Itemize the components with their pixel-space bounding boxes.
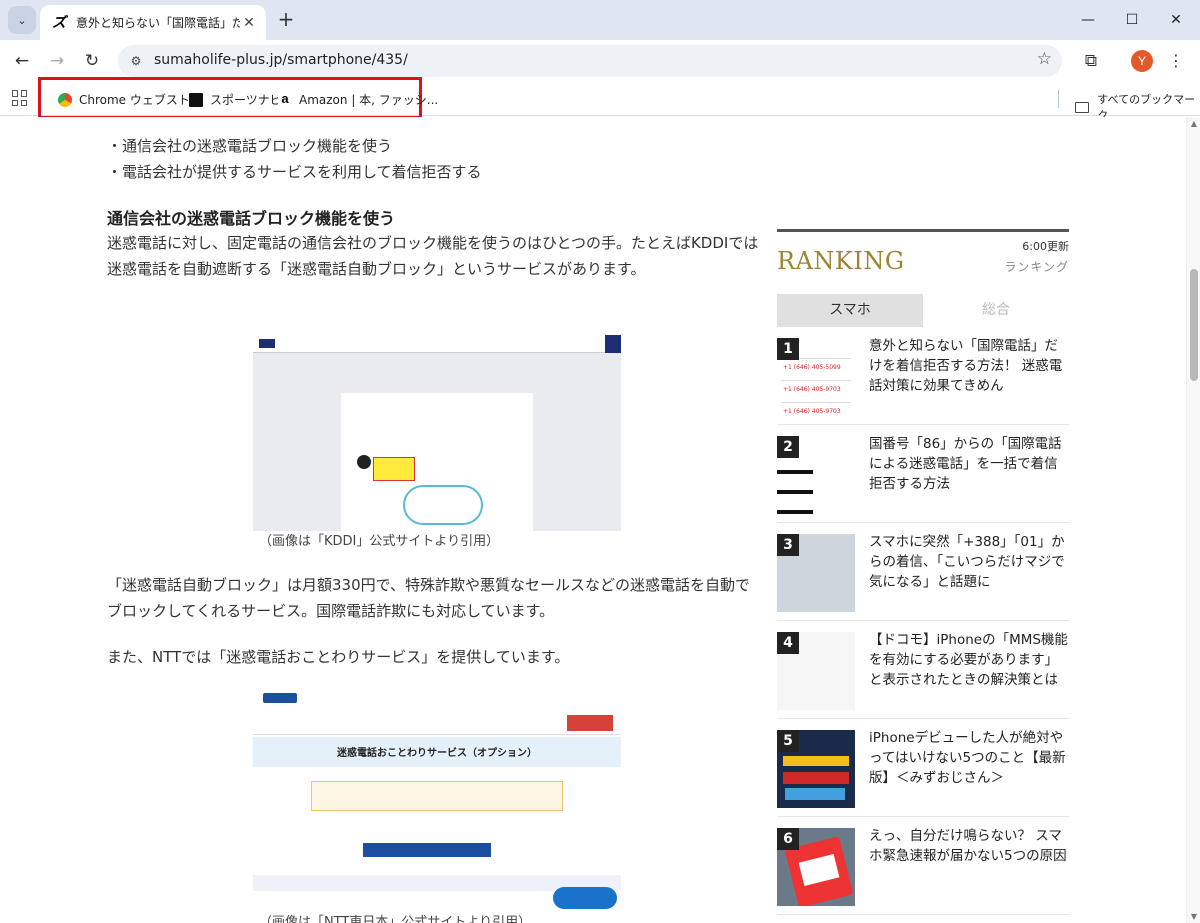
tab-active[interactable]: ズ 意外と知らない「国際電話」だけを着 ✕ [40,5,266,40]
ranking-item-title[interactable]: 国番号「86」からの「国際電話による迷惑電話」を一括で着信拒否する方法 [869,434,1069,494]
scammer-figure [357,455,371,469]
ranking-item[interactable]: 4 【ドコモ】iPhoneの「MMS機能を有効にする必要があります」と表示された… [777,622,1069,719]
maximize-button[interactable]: ☐ [1118,6,1146,34]
ntt-apply-button [363,843,491,857]
site-info-icon[interactable]: ⚙ [128,53,144,69]
minimize-button[interactable]: — [1074,6,1102,34]
folder-icon [1075,101,1090,113]
bookmark-sportsnavi[interactable]: スポーツナビ [189,91,282,108]
browser-toolbar: ← → ↻ ⚙ sumaholife-plus.jp/smartphone/43… [0,40,1200,82]
ntt-notice [311,781,563,811]
sportsnavi-icon [189,92,203,107]
tab-search-icon[interactable]: ⌄ [8,6,36,34]
ranking-subtitle: ランキング [1004,260,1069,274]
kddi-logo [259,339,275,348]
scrollbar-thumb[interactable] [1190,269,1198,381]
rank-number: 3 [777,534,799,556]
url-text[interactable]: sumaholife-plus.jp/smartphone/435/ [154,52,408,68]
ntt-nav [253,711,621,735]
tab-close-icon[interactable]: ✕ [240,14,258,32]
paragraph: 迷惑電話に対し、固定電話の通信会社のブロック機能を使うのはひとつの手。たとえばK… [107,234,759,278]
scroll-up-icon[interactable]: ▲ [1189,119,1199,128]
close-window-button[interactable]: ✕ [1162,6,1190,34]
bookmark-star-icon[interactable]: ☆ [1037,49,1052,69]
paragraph: 「迷惑電話自動ブロック」は月額330円で、特殊詐欺や悪質なセールスなどの迷惑電話… [107,576,751,620]
new-tab-button[interactable]: + [274,8,298,32]
bookmarks-divider [1058,90,1059,108]
ranking-item[interactable]: 6 えっ、自分だけ鳴らない？ スマホ緊急速報が届かない5つの原因 [777,818,1069,915]
kddi-header [253,335,621,353]
bookmark-chrome-web-store[interactable]: Chrome ウェブストア [58,91,202,108]
bookmark-label: Chrome ウェブストア [79,93,202,107]
apps-grid-icon[interactable] [12,90,28,106]
ntt-logo [263,693,297,703]
chrome-web-store-icon [58,92,72,107]
kddi-menu-block [605,335,621,353]
page-scrollbar[interactable]: ▲ ▼ [1186,117,1200,923]
ranking-item[interactable]: 1 +1 (646) 405-5099 +1 (646) 405-9703 +1… [777,328,1069,425]
ntt-cta [567,715,613,731]
forward-arrow-icon[interactable]: → [44,48,70,74]
reload-icon[interactable]: ↻ [79,48,105,74]
extensions-icon[interactable]: ⧉ [1078,48,1104,74]
bookmark-amazon[interactable]: a Amazon | 本, ファッシ... [278,91,438,108]
ranking-item-title[interactable]: えっ、自分だけ鳴らない？ スマホ緊急速報が届かない5つの原因 [869,826,1069,866]
web-page: ・通信会社の迷惑電話ブロック機能を使う ・電話会社が提供するサービスを利用して着… [0,117,1186,923]
address-bar[interactable]: ⚙ sumaholife-plus.jp/smartphone/435/ ☆ [118,45,1062,77]
bullet-item: ・電話会社が提供するサービスを利用して着信拒否する [107,163,482,181]
image-caption: （画像は「KDDI」公式サイトより引用） [259,534,500,549]
ranking-item[interactable]: 5 iPhoneデビューした人が絶対やってはいけない5つのこと【最新版】＜みずお… [777,720,1069,817]
chat-bubble [553,887,617,909]
image-caption: （画像は「NTT東日本」公式サイトより引用） [259,915,532,923]
rank-number: 1 [777,338,799,360]
kddi-screenshot-image [253,335,621,531]
ranking-updated: 6:00更新 [1022,240,1069,253]
amazon-icon: a [278,92,292,107]
ranking-item-title[interactable]: iPhoneデビューした人が絶対やってはいけない5つのこと【最新版】＜みずおじさ… [869,728,1069,788]
bookmarks-bar: Chrome ウェブストア スポーツナビ a Amazon | 本, ファッシ.… [0,77,1200,122]
bookmark-label: スポーツナビ [210,93,282,107]
bookmark-label: Amazon | 本, ファッシ... [299,93,439,107]
profile-avatar[interactable]: Y [1131,50,1153,72]
ranking-item[interactable]: 2 国番号「86」からの「国際電話による迷惑電話」を一括で着信拒否する方法 [777,426,1069,523]
ranking-title: RANKING [777,247,905,275]
rank-number: 5 [777,730,799,752]
kebab-menu-icon[interactable]: ⋮ [1166,48,1186,74]
rank-number: 4 [777,632,799,654]
bullet-item: ・通信会社の迷惑電話ブロック機能を使う [107,137,393,155]
paragraph: また、NTTでは「迷惑電話おことわりサービス」を提供しています。 [107,648,570,666]
ranking-item-title[interactable]: 【ドコモ】iPhoneの「MMS機能を有効にする必要があります」と表示されたとき… [869,630,1069,690]
section-heading: 通信会社の迷惑電話ブロック機能を使う [107,209,396,228]
flow-diagram [403,485,483,525]
ranking-tabs: スマホ 総合 [777,294,1069,327]
tab-smartphone[interactable]: スマホ [777,294,923,327]
tab-title: 意外と知らない「国際電話」だけを着 [76,16,240,30]
ntt-banner-title: 迷惑電話おことわりサービス（オプション） [337,748,537,759]
ranking-rule [777,229,1069,232]
rank-number: 2 [777,436,799,458]
back-arrow-icon[interactable]: ← [9,48,35,74]
scroll-down-icon[interactable]: ▼ [1189,912,1199,921]
ranking-item-title[interactable]: スマホに突然「+388」「01」からの着信、「こいつらだけマジで気になる」と話題… [869,532,1069,592]
ntt-screenshot-image: 迷惑電話おことわりサービス（オプション） [253,689,621,911]
tab-overall[interactable]: 総合 [923,294,1069,327]
site-favicon-icon: ズ [52,14,66,31]
rank-number: 6 [777,828,799,850]
warning-box [373,457,415,481]
ranking-item-title[interactable]: 意外と知らない「国際電話」だけを着信拒否する方法！ 迷惑電話対策に効果てきめん [869,336,1069,396]
tab-strip: ⌄ ズ 意外と知らない「国際電話」だけを着 ✕ + — ☐ ✕ [0,0,1200,40]
ntt-header [253,689,621,711]
ranking-item[interactable]: 3 スマホに突然「+388」「01」からの着信、「こいつらだけマジで気になる」と… [777,524,1069,621]
